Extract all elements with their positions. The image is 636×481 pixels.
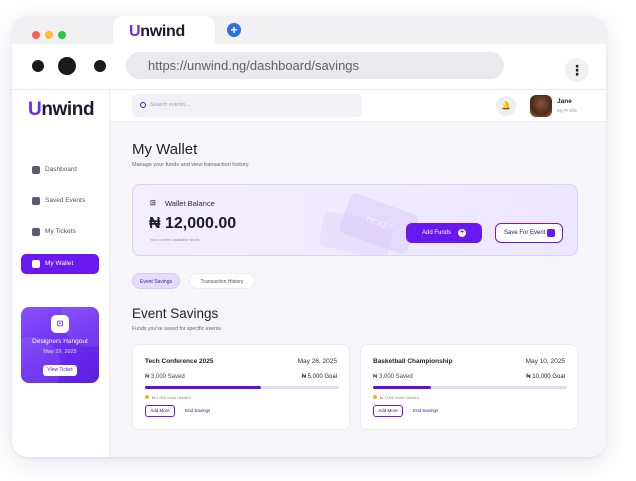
savings-card: Basketball Championship May 10, 2025 ₦ 3… [360,344,578,430]
add-funds-button[interactable]: Add Funds + [406,223,482,243]
browser-menu-icon[interactable]: ⋮ [565,58,589,82]
event-date: May 26, 2025 [297,358,337,365]
view-ticket-button[interactable]: View Ticket [43,365,77,376]
end-savings-link[interactable]: End Savings [413,405,438,417]
wallet-balance-card: TICKET ⊡ Wallet Balance ₦ 12,000.00 Your… [132,184,578,256]
wallet-icon: ⊡ [150,200,156,207]
tab-logo: Unwind [129,23,185,41]
wallet-icon [32,260,40,268]
balance-label: Wallet Balance [165,199,215,208]
sidebar-item-label: Dashboard [45,166,77,173]
sidebar-item-label: My Wallet [45,260,74,267]
browser-window: Unwind + https://unwind.ng/dashboard/sav… [12,16,606,457]
savings-card: Tech Conference 2025 May 26, 2025 ₦ 3,00… [132,344,350,430]
brand-logo-text: nwind [41,99,95,120]
event-title: Tech Conference 2025 [145,358,214,365]
app: Unwind Dashboard Saved Events My Tickets… [12,90,606,457]
bell-icon[interactable]: 🔔 [496,96,516,116]
sidebar-item-my-tickets[interactable]: My Tickets [21,222,99,242]
tab-logo-u: U [129,23,141,40]
promo-date: May 29, 2025 [43,349,77,355]
end-savings-link[interactable]: End Savings [185,405,210,417]
balance-amount: ₦ 12,000.00 [149,215,237,232]
ticket-icon [32,228,40,236]
balance-note: Your current available funds [150,237,200,242]
sidebar-item-my-wallet[interactable]: My Wallet [21,254,99,274]
tab-event-savings[interactable]: Event Savings [132,273,180,289]
minimize-window-dot[interactable] [45,31,53,39]
sidebar-item-label: Saved Events [45,197,86,204]
progress-bar [145,386,339,389]
add-more-button[interactable]: Add More [373,405,403,417]
promo-title: Designers Hangout [32,338,88,345]
browser-titlebar: Unwind + [12,16,606,46]
page-subtitle: Manage your funds and view transaction h… [132,162,250,168]
brand-logo-u: U [28,99,42,120]
warning-dot-icon [373,395,377,399]
tab-logo-text: nwind [140,23,185,40]
search-icon [140,102,146,108]
goal-amount: ₦ 10,000 Goal [526,374,565,380]
amount-needed-text: ₦ 2,000 more needed [152,395,191,400]
saved-amount: ₦ 3,000 Saved [145,374,185,380]
edit-icon [547,229,555,237]
folder-icon [32,197,40,205]
home-icon [32,166,40,174]
sidebar-item-dashboard[interactable]: Dashboard [21,160,99,180]
section-title: Event Savings [132,306,219,321]
save-for-event-label: Save For Event [504,230,546,236]
user-profile-link[interactable]: My Profile [557,108,577,113]
sidebar-item-saved-events[interactable]: Saved Events [21,191,99,211]
tab-transaction-history[interactable]: Transaction History [189,273,255,289]
progress-fill [373,386,432,389]
new-tab-icon[interactable]: + [227,23,241,37]
upcoming-event-card: ⊡ Designers Hangout May 29, 2025 View Ti… [21,307,99,383]
main-content: Search events... 🔔 Jane My Profile My Wa… [110,90,606,457]
add-funds-label: Add Funds [422,230,452,236]
goal-amount: ₦ 5,000 Goal [301,374,337,380]
sidebar-item-label: My Tickets [45,228,76,235]
section-subtitle: Funds you've saved for specific events [132,326,221,332]
amount-needed-text: ₦ 7,000 more needed [380,395,419,400]
sidebar: Unwind Dashboard Saved Events My Tickets… [12,90,110,457]
event-title: Basketball Championship [373,358,453,365]
forward-icon[interactable] [94,60,106,72]
saved-amount: ₦ 3,000 Saved [373,374,413,380]
home-icon[interactable] [58,57,76,75]
user-name[interactable]: Jane [557,98,572,105]
close-window-dot[interactable] [32,31,40,39]
top-bar: Search events... 🔔 Jane My Profile [110,90,606,122]
amount-needed: ₦ 7,000 more needed [373,395,419,400]
browser-navbar: https://unwind.ng/dashboard/savings ⋮ [12,44,606,90]
event-date: May 10, 2025 [525,358,565,365]
plus-icon: + [458,229,466,237]
search-input[interactable]: Search events... [132,94,362,117]
search-placeholder: Search events... [150,102,190,108]
save-for-event-button[interactable]: Save For Event [495,223,563,243]
maximize-window-dot[interactable] [58,31,66,39]
address-bar[interactable]: https://unwind.ng/dashboard/savings [126,52,504,79]
warning-dot-icon [145,395,149,399]
back-icon[interactable] [32,60,44,72]
add-more-button[interactable]: Add More [145,405,175,417]
progress-fill [145,386,262,389]
progress-bar [373,386,567,389]
browser-tab[interactable]: Unwind [113,16,215,46]
ticket-icon: ⊡ [51,315,69,333]
page-title: My Wallet [132,141,198,158]
amount-needed: ₦ 2,000 more needed [145,395,191,400]
brand-logo[interactable]: Unwind [28,99,95,121]
avatar[interactable] [530,95,552,117]
